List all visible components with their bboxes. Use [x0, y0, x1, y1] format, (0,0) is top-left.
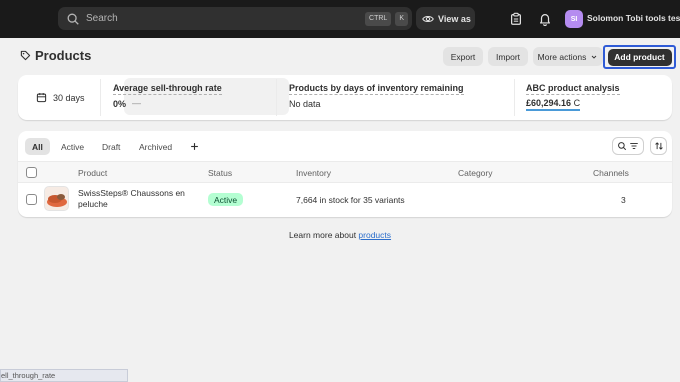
clipboard-icon[interactable]	[509, 12, 523, 26]
select-all-checkbox[interactable]	[26, 167, 37, 178]
export-button[interactable]: Export	[443, 47, 483, 66]
column-channels[interactable]: Channels	[593, 168, 629, 178]
top-bar: Search CTRL K View as SI Solomon Tobi to…	[0, 0, 680, 38]
divider	[514, 79, 515, 116]
products-table-card: All Active Draft Archived Product Status…	[18, 131, 672, 217]
import-button[interactable]: Import	[488, 47, 528, 66]
more-actions-label: More actions	[537, 51, 587, 62]
search-icon	[618, 142, 627, 151]
tab-draft[interactable]: Draft	[95, 138, 127, 155]
search-bar[interactable]: Search CTRL K	[58, 7, 412, 30]
product-thumbnail	[44, 186, 69, 211]
divider	[100, 79, 101, 116]
product-name-line2: peluche	[78, 199, 108, 209]
shortcut-k: K	[395, 11, 408, 26]
view-as-button[interactable]: View as	[416, 7, 475, 30]
column-status[interactable]: Status	[208, 168, 232, 178]
status-bar-tooltip: ell_through_rate	[0, 369, 128, 382]
bell-icon[interactable]	[538, 12, 552, 26]
divider	[276, 79, 277, 116]
date-range-label: 30 days	[53, 92, 85, 103]
more-actions-button[interactable]: More actions	[533, 47, 603, 66]
analytics-bar: 30 days Average sell-through rate 0% — P…	[18, 75, 672, 120]
chevron-down-icon	[592, 55, 597, 59]
avatar[interactable]: SI	[565, 10, 583, 28]
search-icon	[67, 13, 79, 25]
sort-icon	[654, 142, 663, 150]
status-badge: Active	[208, 193, 244, 206]
add-view-button[interactable]	[183, 138, 206, 155]
days-inventory-value: No data	[289, 99, 321, 109]
column-product[interactable]: Product	[78, 168, 107, 178]
tab-archived[interactable]: Archived	[132, 138, 179, 155]
row-checkbox[interactable]	[26, 194, 37, 205]
sell-through-label: Average sell-through rate	[113, 83, 222, 95]
column-inventory[interactable]: Inventory	[296, 168, 331, 178]
days-inventory-label[interactable]: Products by days of inventory remaining	[289, 83, 464, 95]
page-title: Products	[35, 48, 92, 63]
shortcut-ctrl: CTRL	[365, 11, 392, 26]
learn-more-prefix: Learn more about	[288, 230, 359, 240]
product-name-line1: SwissSteps® Chaussons en	[78, 188, 185, 198]
add-product-highlight: Add product	[603, 45, 676, 69]
abc-amount: £60,294.16	[526, 98, 572, 108]
plus-icon	[191, 143, 198, 150]
tab-all[interactable]: All	[25, 138, 50, 155]
tag-icon	[20, 50, 31, 61]
abc-analysis-label[interactable]: ABC product analysis	[526, 83, 620, 95]
abc-grade: C	[573, 98, 581, 108]
search-placeholder: Search	[86, 13, 118, 24]
date-range-button[interactable]: 30 days	[36, 92, 85, 103]
abc-analysis-value: £60,294.16 C	[526, 98, 581, 111]
tab-active[interactable]: Active	[54, 138, 91, 155]
sell-through-value: 0%	[113, 99, 127, 109]
products-help-link[interactable]: products	[358, 230, 391, 240]
sort-button[interactable]	[650, 137, 667, 155]
add-product-button[interactable]: Add product	[607, 48, 672, 66]
page-header: Products	[20, 48, 91, 63]
calendar-icon	[36, 93, 47, 103]
table-header: Product Status Inventory Category Channe…	[18, 161, 672, 183]
channels-cell: 3	[621, 195, 626, 205]
filter-icon	[630, 143, 638, 149]
store-name[interactable]: Solomon Tobi tools test	[587, 13, 680, 23]
learn-more-text: Learn more about products	[0, 230, 680, 240]
sell-through-trend: —	[132, 98, 141, 108]
inventory-cell: 7,664 in stock for 35 variants	[296, 195, 405, 205]
product-name[interactable]: SwissSteps® Chaussons en peluche	[78, 188, 185, 210]
search-filter-button[interactable]	[612, 137, 644, 155]
view-as-label: View as	[438, 13, 471, 24]
slipper-image	[45, 187, 68, 210]
eye-icon	[422, 15, 434, 22]
column-category[interactable]: Category	[458, 168, 493, 178]
